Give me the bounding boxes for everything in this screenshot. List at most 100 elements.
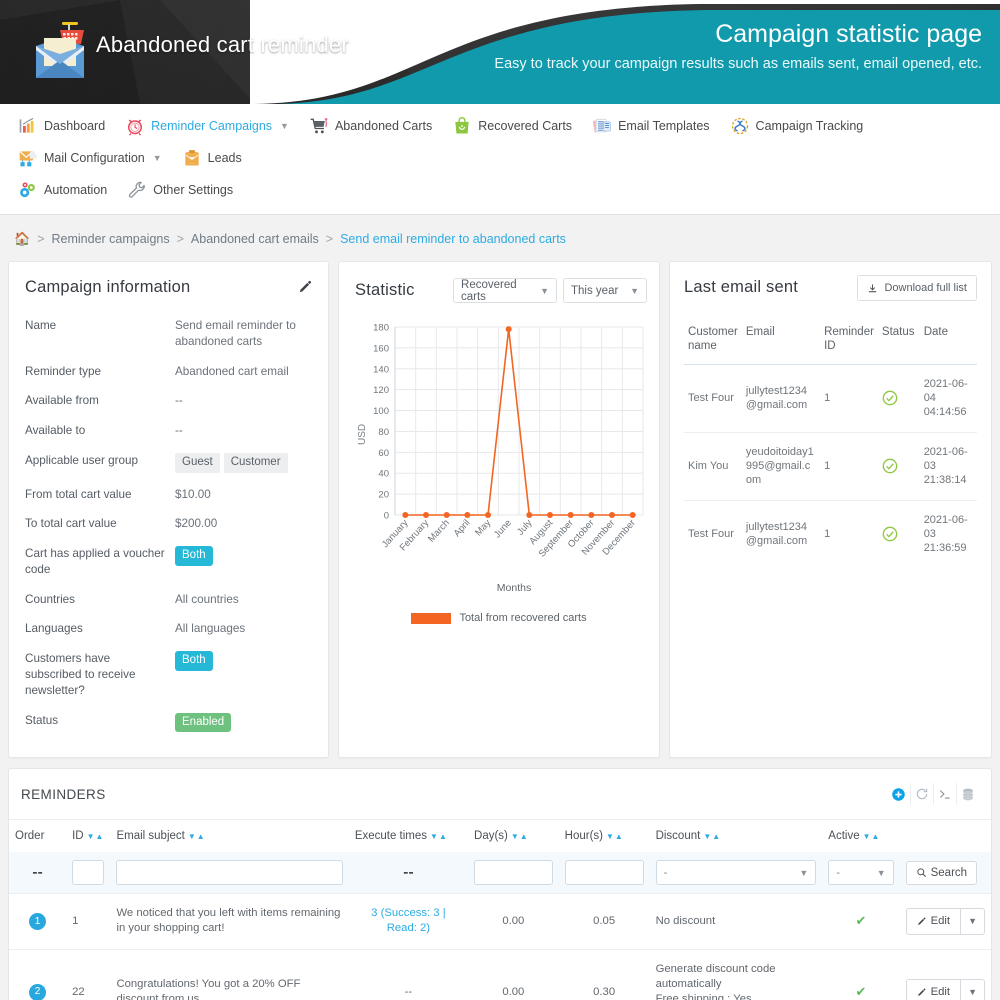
period-select[interactable]: This year ▼: [563, 278, 647, 303]
nav-item-reminder-campaigns[interactable]: Reminder Campaigns ▼: [115, 110, 299, 142]
filter-hours-input[interactable]: [565, 860, 644, 885]
edit-button[interactable]: Edit: [906, 908, 960, 935]
database-stack-icon: [961, 787, 975, 802]
download-full-list-button[interactable]: Download full list: [857, 275, 977, 301]
gears-icon: [18, 180, 38, 200]
chart-xlabel: Months: [497, 582, 531, 594]
table-header-row: Customer name Email Reminder ID Status D…: [684, 319, 977, 364]
y-axis-tick: 80: [378, 427, 389, 438]
active-check-icon: ✔: [855, 984, 866, 999]
info-key: Available to: [25, 416, 175, 446]
col-execute-times[interactable]: Execute times▼▲: [349, 820, 468, 852]
reminders-header-row: Order ID▼▲ Email subject▼▲ Execute times…: [9, 820, 991, 852]
console-prompt-icon: [938, 787, 952, 801]
nav-item-mail-configuration[interactable]: Mail Configuration ▼: [8, 142, 172, 174]
info-key: Countries: [25, 585, 175, 615]
newsletter-badge: Both: [175, 651, 213, 671]
cell-actions: Edit ▼: [900, 894, 991, 950]
info-key: Languages: [25, 614, 175, 644]
terminal-icon[interactable]: [933, 783, 956, 805]
sort-icons[interactable]: ▼▲: [430, 832, 448, 841]
line-chart: USD 020406080100120140160180JanuaryFebru…: [351, 315, 649, 605]
breadcrumb-item-reminder-campaigns[interactable]: Reminder campaigns: [52, 232, 170, 246]
sort-icons[interactable]: ▼▲: [87, 832, 105, 841]
nav-label: Reminder Campaigns: [151, 119, 272, 133]
col-date: Date: [920, 319, 977, 364]
cell-discount: No discount: [650, 894, 823, 950]
col-active[interactable]: Active▼▲: [822, 820, 899, 852]
nav-item-recovered-carts[interactable]: Recovered Carts: [442, 110, 582, 142]
col-hours[interactable]: Hour(s)▼▲: [559, 820, 650, 852]
campaign-info-table: Name Send email reminder to abandoned ca…: [25, 311, 312, 739]
filter-execute-times: --: [349, 852, 468, 894]
col-id[interactable]: ID▼▲: [66, 820, 110, 852]
cell-order: 1: [9, 894, 66, 950]
filter-discount-select[interactable]: - ▼: [656, 860, 817, 885]
info-key: Customers have subscribed to receive new…: [25, 644, 175, 705]
pencil-icon[interactable]: [298, 280, 312, 294]
chevron-down-icon[interactable]: ▼: [153, 153, 162, 163]
order-badge[interactable]: 2: [29, 984, 46, 1000]
x-axis-tick: June: [492, 518, 514, 541]
edit-dropdown-toggle[interactable]: ▼: [960, 979, 985, 1000]
nav-label: Abandoned Carts: [335, 119, 432, 133]
bar-chart-icon: [18, 116, 38, 136]
filter-id-cell: [66, 852, 110, 894]
cell-status: [878, 500, 920, 567]
filter-active-select[interactable]: - ▼: [828, 860, 893, 885]
cell-date: 2021-06-03 21:36:59: [920, 500, 977, 567]
cell-email: jullytest1234@gmail.com: [742, 364, 820, 432]
card-title: Statistic: [351, 281, 447, 300]
info-row: Available from --: [25, 386, 312, 416]
chevron-down-icon[interactable]: ▼: [280, 121, 289, 131]
sort-icons[interactable]: ▼▲: [188, 832, 206, 841]
refresh-icon[interactable]: [910, 783, 933, 805]
sort-icons[interactable]: ▼▲: [511, 832, 529, 841]
nav-row-secondary: Automation Other Settings: [8, 174, 992, 206]
sort-icons[interactable]: ▼▲: [703, 832, 721, 841]
y-axis-tick: 180: [373, 323, 389, 334]
nav-item-leads[interactable]: Leads: [172, 142, 252, 174]
add-icon[interactable]: [887, 783, 910, 805]
statistic-chart: USD 020406080100120140160180JanuaryFebru…: [351, 315, 647, 624]
nav-item-automation[interactable]: Automation: [8, 174, 117, 206]
col-reminder-id: Reminder ID: [820, 319, 878, 364]
filter-discount-value: -: [664, 867, 668, 879]
database-icon[interactable]: [956, 783, 979, 805]
order-badge[interactable]: 1: [29, 913, 46, 930]
filter-email-subject-input[interactable]: [116, 860, 342, 885]
sort-icons[interactable]: ▼▲: [863, 832, 881, 841]
nav-label: Campaign Tracking: [756, 119, 864, 133]
execute-times-link[interactable]: 3 (Success: 3 | Read: 2): [371, 907, 446, 934]
statistic-header: Statistic Recovered carts ▼ This year ▼: [351, 278, 647, 303]
col-hours-label: Hour(s): [565, 830, 603, 842]
metric-select[interactable]: Recovered carts ▼: [453, 278, 557, 303]
chart-ylabel: USD: [357, 424, 368, 445]
search-button[interactable]: Search: [906, 861, 977, 885]
cell-id: 1: [66, 894, 110, 950]
breadcrumb-item-abandoned-cart-emails[interactable]: Abandoned cart emails: [191, 232, 319, 246]
nav-item-dashboard[interactable]: Dashboard: [8, 110, 115, 142]
info-row: Available to --: [25, 416, 312, 446]
filter-days-cell: [468, 852, 559, 894]
nav-item-email-templates[interactable]: Email Templates: [582, 110, 719, 142]
col-discount[interactable]: Discount▼▲: [650, 820, 823, 852]
info-key: Applicable user group: [25, 446, 175, 480]
filter-days-input[interactable]: [474, 860, 553, 885]
edit-button-label: Edit: [931, 914, 950, 929]
filter-id-input[interactable]: [72, 860, 104, 885]
success-check-icon: [882, 458, 898, 474]
nav-item-campaign-tracking[interactable]: Campaign Tracking: [720, 110, 874, 142]
cell-discount: Generate discount code automatically Fre…: [650, 949, 823, 1000]
edit-button[interactable]: Edit: [906, 979, 960, 1000]
sort-icons[interactable]: ▼▲: [606, 832, 624, 841]
col-days[interactable]: Day(s)▼▲: [468, 820, 559, 852]
home-icon[interactable]: 🏠: [14, 231, 30, 247]
nav-item-abandoned-carts[interactable]: Abandoned Carts: [299, 110, 442, 142]
edit-dropdown-toggle[interactable]: ▼: [960, 908, 985, 935]
breadcrumb-separator: >: [37, 232, 44, 246]
info-key: Reminder type: [25, 357, 175, 387]
nav-item-other-settings[interactable]: Other Settings: [117, 174, 243, 206]
col-email-subject[interactable]: Email subject▼▲: [110, 820, 348, 852]
filter-active-value: -: [836, 867, 840, 879]
